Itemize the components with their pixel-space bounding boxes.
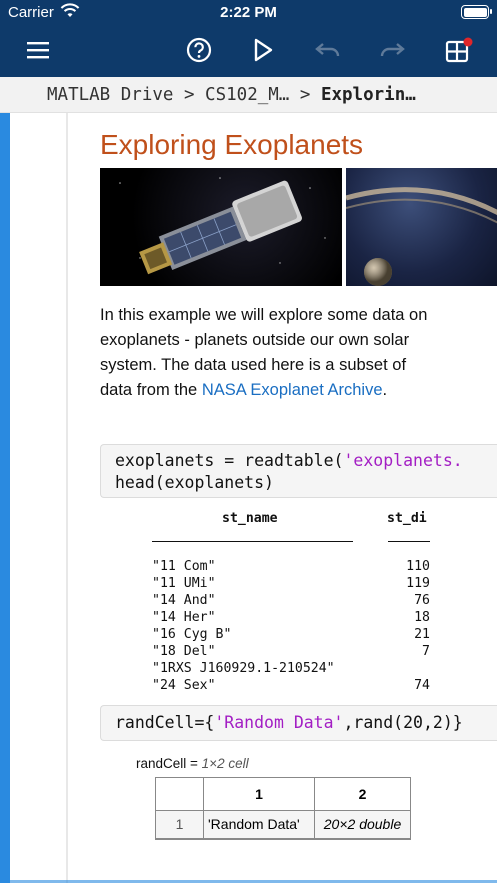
variable-name: randCell = <box>136 756 202 771</box>
editor-gutter <box>10 113 68 883</box>
app-toolbar: Carrier 2:22 PM <box>0 0 497 77</box>
breadcrumb-bar: MATLAB Drive > CS102_M… > Explorin… <box>0 77 497 113</box>
table-row-name: "14 Her" <box>152 610 216 625</box>
redo-icon[interactable] <box>376 34 408 66</box>
status-bar: Carrier 2:22 PM <box>0 0 497 26</box>
table-row-value: 7 <box>422 644 430 659</box>
document-title: Exploring Exoplanets <box>100 129 364 160</box>
intro-period: . <box>382 381 388 399</box>
table-row-value: 18 <box>414 610 430 625</box>
table-row-name: "11 UMi" <box>152 576 216 591</box>
code-text: ,rand(20,2)} <box>343 713 463 732</box>
nasa-archive-link[interactable]: NASA Exoplanet Archive <box>202 381 383 399</box>
code-cell-randcell[interactable]: randCell={'Random Data',rand(20,2)} <box>100 705 497 741</box>
variable-dims: 1×2 cell <box>201 756 249 771</box>
breadcrumb: MATLAB Drive > CS102_M… > Explorin… <box>47 85 416 105</box>
corner-cell <box>155 777 204 811</box>
battery-icon <box>461 5 492 19</box>
table-row-name: "18 Del" <box>152 644 216 659</box>
exoplanet-image <box>346 168 497 286</box>
cell-value[interactable]: 'Random Data' <box>203 810 315 840</box>
breadcrumb-separator: > <box>173 85 206 105</box>
breadcrumb-folder[interactable]: CS102_M… <box>205 85 289 105</box>
code-string: 'exoplanets. <box>343 451 463 470</box>
code-text: exoplanets = readtable( <box>115 451 344 470</box>
table-row-name: "11 Com" <box>152 559 216 574</box>
hamburger-icon[interactable] <box>22 34 54 66</box>
table-row-name: "16 Cyg B" <box>152 627 232 642</box>
code-cell-readtable[interactable]: exoplanets = readtable('exoplanets. head… <box>100 444 497 498</box>
table-row-value: 119 <box>406 576 430 591</box>
breadcrumb-separator: > <box>289 85 321 105</box>
breadcrumb-root[interactable]: MATLAB Drive <box>47 85 173 105</box>
cell-array-table: 1 2 1 'Random Data' 20×2 double <box>155 777 411 840</box>
column-rule <box>388 541 430 542</box>
table-row-name: "1RXS J160929.1-210524" <box>152 661 335 676</box>
cell-output-label: randCell = 1×2 cell <box>136 756 249 771</box>
code-string: 'Random Data' <box>214 713 344 732</box>
table-row-value: 21 <box>414 627 430 642</box>
table-row-value: 74 <box>414 678 430 693</box>
breadcrumb-current: Explorin… <box>320 85 416 105</box>
row-header-1: 1 <box>155 810 204 840</box>
help-circle-icon[interactable] <box>183 34 215 66</box>
spacecraft-image <box>100 168 342 286</box>
intro-paragraph: In this example we will explore some dat… <box>100 303 430 403</box>
code-text: randCell={ <box>115 713 215 732</box>
column-header-st-di: st_di <box>387 511 427 526</box>
cell-value[interactable]: 20×2 double <box>314 810 411 840</box>
column-header-1: 1 <box>203 777 315 811</box>
code-text: head(exoplanets) <box>115 473 274 492</box>
undo-icon[interactable] <box>312 34 344 66</box>
column-header-2: 2 <box>314 777 411 811</box>
table-row-name: "14 And" <box>152 593 216 608</box>
play-icon[interactable] <box>247 34 279 66</box>
table-row-value: 76 <box>414 593 430 608</box>
column-header-st-name: st_name <box>222 511 278 526</box>
table-row-name: "24 Sex" <box>152 678 216 693</box>
current-section-indicator <box>0 113 10 883</box>
column-rule <box>152 541 353 542</box>
clock: 2:22 PM <box>220 4 277 21</box>
live-script-document: Exploring Exoplanets In this example we … <box>70 113 497 883</box>
table-row-value: 110 <box>406 559 430 574</box>
grid-plus-icon[interactable] <box>443 34 475 66</box>
